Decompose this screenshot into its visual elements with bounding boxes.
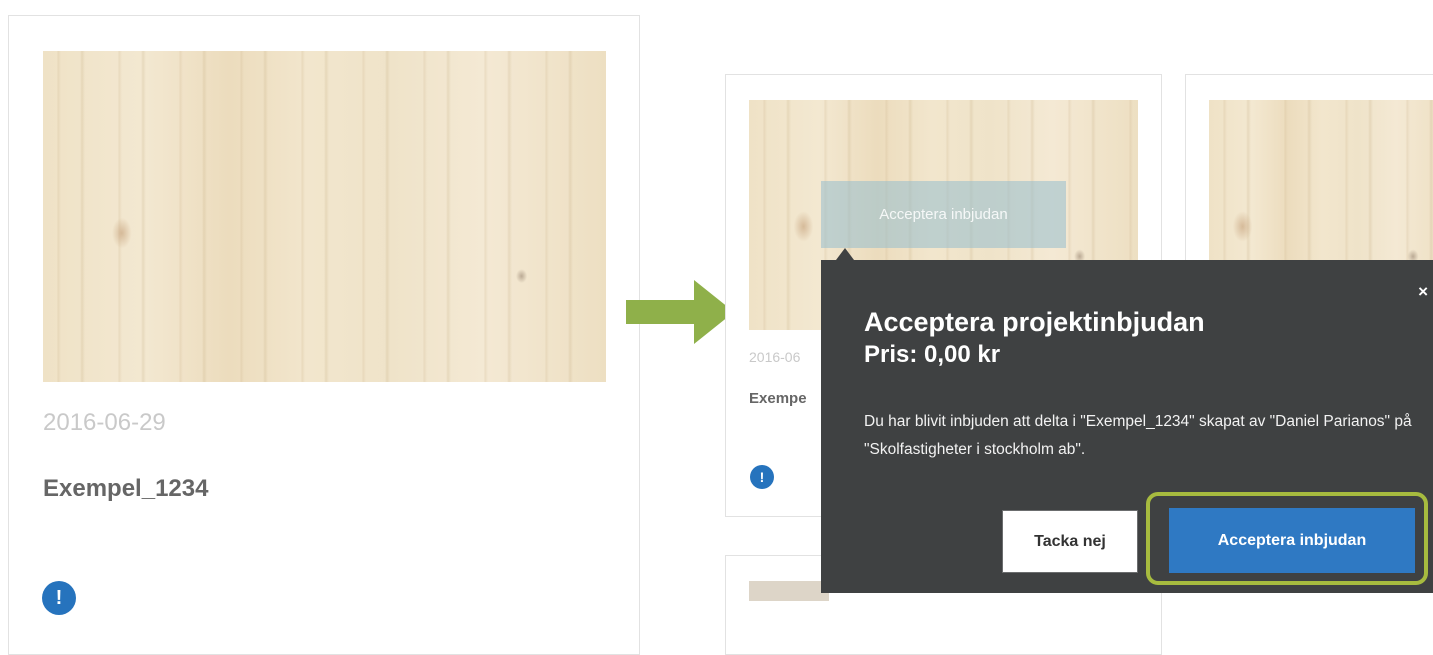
accept-invitation-hover-button[interactable]: Acceptera inbjudan (821, 181, 1066, 248)
project-title: Exempel_1234 (43, 475, 209, 502)
info-icon[interactable]: ! (42, 581, 76, 615)
popover-title: Acceptera projektinbjudan (864, 307, 1205, 337)
project-date: 2016-06 (749, 349, 801, 365)
highlight-frame (1146, 492, 1428, 585)
project-card-left[interactable]: 2016-06-29 Exempel_1234 ! (8, 15, 640, 655)
arrow-right-icon (626, 280, 734, 344)
project-image-partial (749, 581, 829, 601)
popover-message: Du har blivit inbjuden att delta i "Exem… (864, 413, 1412, 458)
project-date: 2016-06-29 (43, 409, 166, 436)
decline-button[interactable]: Tacka nej (1002, 510, 1138, 573)
info-icon[interactable]: ! (750, 465, 774, 489)
project-title: Exempe (749, 390, 807, 407)
project-image (43, 51, 606, 382)
popover-price: Pris: 0,00 kr (864, 341, 1001, 368)
popover-pointer (836, 248, 854, 260)
close-icon[interactable]: × (1418, 282, 1428, 302)
